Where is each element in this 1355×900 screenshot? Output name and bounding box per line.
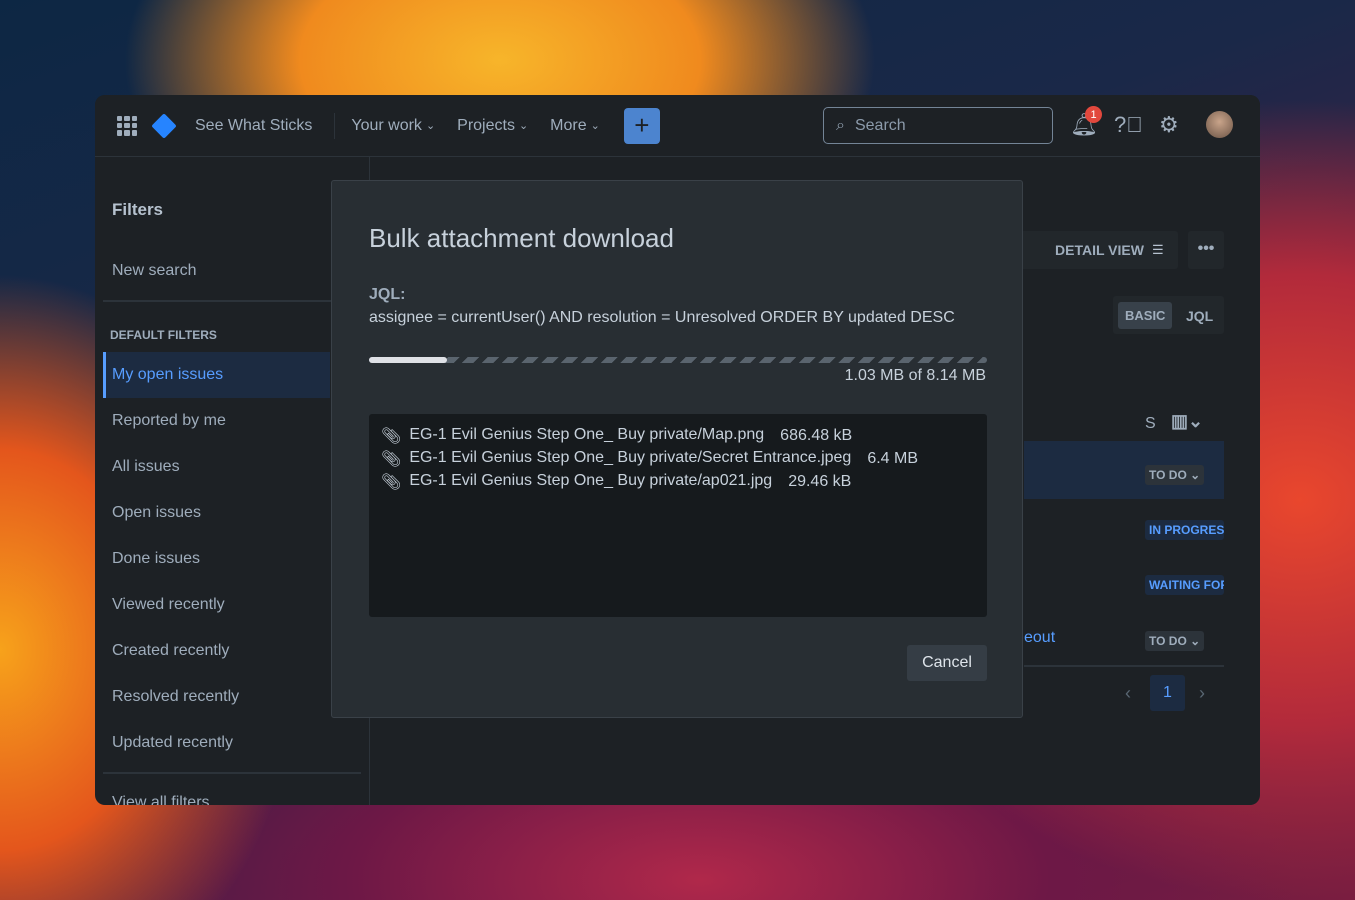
sidebar-item-viewed[interactable]: Viewed recently: [103, 582, 330, 628]
chevron-down-icon: ⌄: [518, 120, 529, 132]
nav-more[interactable]: More ⌄: [550, 117, 600, 135]
next-page-icon[interactable]: ›: [1199, 683, 1205, 704]
notification-badge: 1: [1085, 106, 1102, 123]
top-nav: See What Sticks Your work ⌄ Projects ⌄ Mor…: [95, 95, 1260, 157]
jql-query: assignee = currentUser() AND resolution …: [369, 309, 955, 326]
basic-toggle[interactable]: BASIC: [1118, 302, 1173, 329]
sidebar-item-done[interactable]: Done issues: [103, 536, 330, 582]
app-switcher-icon[interactable]: [117, 115, 137, 136]
sidebar-item-created[interactable]: Created recently: [103, 628, 330, 674]
attachment-icon: 📎︎: [381, 427, 402, 445]
progress-text: 1.03 MB of 8.14 MB: [844, 367, 986, 384]
divider: [334, 112, 336, 139]
attachment-icon: 📎︎: [381, 473, 402, 491]
status-lozenge[interactable]: WAITING FOR: [1145, 575, 1224, 595]
sidebar-item-open[interactable]: Open issues: [103, 490, 330, 536]
download-progress-bar: [369, 357, 987, 363]
sidebar-item-updated[interactable]: Updated recently: [103, 720, 330, 766]
site-name[interactable]: See What Sticks: [195, 117, 312, 135]
sidebar-item-reported[interactable]: Reported by me: [103, 398, 330, 444]
cancel-button[interactable]: Cancel: [907, 645, 987, 681]
status-lozenge[interactable]: IN PROGRESS: [1145, 520, 1224, 540]
new-search-link[interactable]: New search: [103, 248, 330, 294]
help-icon[interactable]: ?⃝: [1114, 112, 1143, 138]
status-lozenge[interactable]: TO DO ⌄: [1145, 631, 1205, 651]
status-lozenge[interactable]: TO DO ⌄: [1145, 465, 1205, 485]
divider: [1024, 665, 1224, 667]
page-1-button[interactable]: 1: [1150, 675, 1185, 711]
jira-logo-icon[interactable]: [151, 112, 177, 139]
dialog-title: Bulk attachment download: [369, 223, 674, 253]
progress-fill: [369, 357, 448, 363]
sidebar-title: Filters: [112, 200, 164, 219]
columns-icon[interactable]: ▥⌄: [1171, 411, 1203, 432]
more-actions-button[interactable]: •••: [1188, 231, 1224, 269]
file-list: 📎︎ EG-1 Evil Genius Step One_ Buy private…: [369, 414, 987, 617]
list-item: 📎︎ EG-1 Evil Genius Step One_ Buy private…: [381, 448, 919, 468]
detail-view-button[interactable]: DETAIL VIEW ☰: [1020, 231, 1178, 269]
prev-page-icon[interactable]: ‹: [1125, 683, 1131, 704]
bulk-download-dialog: Bulk attachment download JQL: assignee =…: [331, 180, 1023, 718]
jql-label: JQL:: [369, 286, 406, 303]
sidebar-item-all[interactable]: All issues: [103, 444, 330, 490]
sidebar-item-my-open-issues[interactable]: My open issues: [103, 352, 330, 398]
search-input[interactable]: ⌕ Search: [823, 107, 1053, 144]
column-header-s: S: [1145, 415, 1156, 432]
divider: [103, 772, 361, 774]
avatar[interactable]: [1206, 111, 1233, 138]
attachment-icon: 📎︎: [381, 450, 402, 468]
create-button[interactable]: +: [623, 107, 660, 144]
jql-toggle[interactable]: JQL: [1186, 308, 1213, 324]
detail-view-icon: ☰: [1151, 242, 1164, 257]
issue-link[interactable]: eout: [1024, 629, 1055, 647]
chevron-down-icon: ⌄: [590, 120, 600, 132]
list-item: 📎︎ EG-1 Evil Genius Step One_ Buy private…: [381, 425, 853, 445]
default-filters-heading: DEFAULT FILTERS: [110, 328, 217, 342]
divider: [103, 300, 361, 302]
chevron-down-icon: ⌄: [425, 120, 436, 132]
filters-sidebar: Filters New search DEFAULT FILTERS My op…: [103, 157, 370, 805]
gear-icon[interactable]: ⚙: [1159, 112, 1179, 138]
list-item: 📎︎ EG-1 Evil Genius Step One_ Buy private…: [381, 471, 852, 491]
search-icon: ⌕: [836, 116, 845, 134]
view-all-filters-link[interactable]: View all filters: [103, 780, 330, 805]
nav-projects[interactable]: Projects ⌄: [457, 117, 528, 135]
sidebar-item-resolved[interactable]: Resolved recently: [103, 674, 330, 720]
nav-your-work[interactable]: Your work ⌄: [351, 117, 435, 135]
